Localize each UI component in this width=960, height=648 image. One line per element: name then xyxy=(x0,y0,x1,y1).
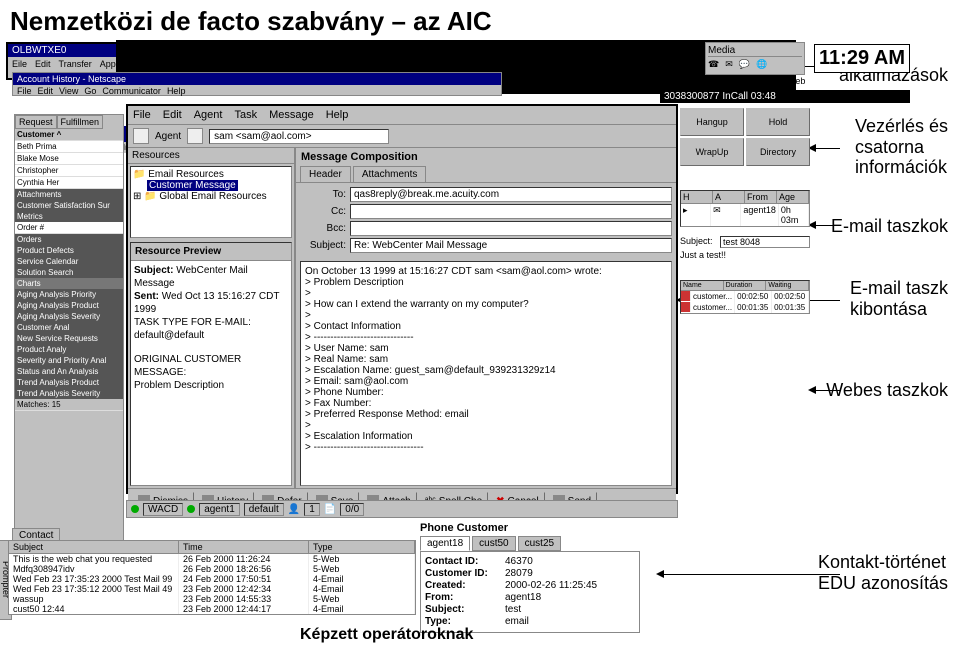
history-row[interactable]: Wed Feb 23 17:35:23 2000 Test Mail 9924 … xyxy=(9,574,415,584)
main-menu[interactable]: FileEditAgentTaskMessageHelp xyxy=(128,106,676,125)
customer-task-list: NameDurationWaiting customer...00:02:500… xyxy=(680,280,810,314)
media-header: Media xyxy=(708,45,802,57)
contact-history-list: SubjectTimeType This is the web chat you… xyxy=(8,540,416,615)
nav-item[interactable]: Orders xyxy=(15,234,123,245)
nav-item[interactable]: Customer Anal xyxy=(15,322,123,333)
nav-item[interactable]: Customer Satisfaction Sur xyxy=(15,200,123,211)
nav-item[interactable]: Metrics xyxy=(15,211,123,222)
nav-item[interactable]: Aging Analysis Priority xyxy=(15,289,123,300)
web-icon[interactable]: 🌐 xyxy=(756,59,767,70)
person-icon xyxy=(187,128,203,144)
resource-preview: Resource Preview Subject: WebCenter Mail… xyxy=(130,242,292,486)
subject-field[interactable]: Re: WebCenter Mail Message xyxy=(350,238,672,253)
nav-item[interactable]: Charts xyxy=(15,278,123,289)
nav-item[interactable]: Product Defects xyxy=(15,245,123,256)
clock: 11:29 AM xyxy=(814,44,910,73)
annot-email-expand: E-mail taszkkibontása xyxy=(850,278,948,319)
tab-cust50[interactable]: cust50 xyxy=(472,536,515,551)
subject-preview: Subject:test 8048 Just a test!! xyxy=(680,236,810,274)
agent-field[interactable]: sam <sam@aol.com> xyxy=(209,129,389,144)
annot-contact-history: Kontakt-történetEDU azonosítás xyxy=(818,552,948,593)
status-dot-icon xyxy=(187,505,195,513)
agent-status-text: agent11 max 1 voice, 2 email, 3 web xyxy=(660,76,910,86)
nav-item[interactable]: Aging Analysis Product xyxy=(15,300,123,311)
nav-item[interactable]: Solution Search xyxy=(15,267,123,278)
annot-channels: Vezérlés éscsatornainformációk xyxy=(855,116,948,178)
nav-item[interactable]: Trend Analysis Product xyxy=(15,377,123,388)
nav-item[interactable]: New Service Requests xyxy=(15,333,123,344)
history-row[interactable]: Wed Feb 23 17:35:12 2000 Test Mail 4923 … xyxy=(9,584,415,594)
fulfillment-panel: Request Fulfillmen Customer ^ Beth Prima… xyxy=(14,114,124,544)
nav-item[interactable]: Service Calendar xyxy=(15,256,123,267)
chat-icon[interactable]: 💬 xyxy=(739,59,750,70)
nav-item[interactable]: Aging Analysis Severity xyxy=(15,311,123,322)
status-dot-icon xyxy=(131,505,139,513)
nav-item[interactable]: Trend Analysis Severity xyxy=(15,388,123,399)
netscape-window: Account History - Netscape FileEditViewG… xyxy=(12,72,502,96)
phone-customer-panel: Phone Customer agent18 cust50 cust25 Con… xyxy=(420,522,810,633)
wacd-statusbar: WACD agent1 default 👤 1 📄 0/0 xyxy=(126,500,678,518)
netscape-title: Account History - Netscape xyxy=(17,74,126,84)
bcc-field[interactable] xyxy=(350,221,672,236)
history-row[interactable]: This is the web chat you requested26 Feb… xyxy=(9,554,415,564)
agent-icon[interactable] xyxy=(133,128,149,144)
tree-selected: Customer Message xyxy=(147,180,238,191)
hangup-button[interactable]: Hangup xyxy=(680,108,744,136)
terminal-title: OLBWTXE0 xyxy=(12,45,66,56)
customer-row[interactable]: Christopher xyxy=(15,165,123,177)
history-row[interactable]: wassup23 Feb 2000 14:55:335-Web xyxy=(9,594,415,604)
agent-table: HAFromAge ▸✉agent180h 03m xyxy=(680,190,810,227)
mail-icon[interactable]: ✉ xyxy=(725,59,733,70)
nav-item[interactable]: Order # xyxy=(15,222,123,234)
resources-header: Resources xyxy=(128,148,294,164)
customer-row[interactable]: Blake Mose xyxy=(15,153,123,165)
wrapup-button[interactable]: WrapUp xyxy=(680,138,744,166)
tab-cust25[interactable]: cust25 xyxy=(518,536,561,551)
customer-row[interactable]: Beth Prima xyxy=(15,141,123,153)
message-body[interactable]: On October 13 1999 at 15:16:27 CDT sam <… xyxy=(300,261,672,486)
nav-item[interactable]: Product Analy xyxy=(15,344,123,355)
media-panel: Media ☎ ✉ 💬 🌐 xyxy=(705,42,805,75)
directory-button[interactable]: Directory xyxy=(746,138,810,166)
nav-item[interactable]: Status and An Analysis xyxy=(15,366,123,377)
incall-bar: 3038300877 InCall 03:48 xyxy=(660,90,910,103)
person-icon xyxy=(681,302,691,312)
compose-header: Message Composition xyxy=(296,148,676,166)
to-field[interactable]: qas8reply@break.me.acuity.com xyxy=(350,187,672,202)
task-row[interactable]: customer...00:02:5000:02:50 xyxy=(681,291,809,302)
tab-agent18[interactable]: agent18 xyxy=(420,536,470,551)
doc-icon: 📄 xyxy=(324,504,336,515)
tab-header[interactable]: Header xyxy=(300,166,351,182)
tab-request[interactable]: Request xyxy=(15,115,57,129)
nav-item[interactable]: Attachments xyxy=(15,189,123,200)
resource-tree[interactable]: 📁 Email Resources Customer Message ⊞ 📁 G… xyxy=(130,166,292,238)
page-title: Nemzetközi de facto szabvány – az AIC xyxy=(0,0,960,43)
person-icon: 👤 xyxy=(288,504,300,515)
customer-row[interactable]: Cynthia Her xyxy=(15,177,123,189)
task-row[interactable]: customer...00:01:3500:01:35 xyxy=(681,302,809,313)
agent-row[interactable]: ▸✉agent180h 03m xyxy=(681,204,809,226)
history-row[interactable]: cust50 12:4423 Feb 2000 12:44:174-Email xyxy=(9,604,415,614)
history-row[interactable]: Mdfq308947idv26 Feb 2000 18:26:565-Web xyxy=(9,564,415,574)
email-task-window: FileEditAgentTaskMessageHelp Agent sam <… xyxy=(126,104,678,494)
annot-web-tasks: Webes taszkok xyxy=(826,380,948,401)
person-icon xyxy=(681,291,691,301)
bottom-caption: Képzett operátoroknak xyxy=(300,626,473,644)
tab-fulfillment[interactable]: Fulfillmen xyxy=(57,115,104,129)
phone-icon[interactable]: ☎ xyxy=(708,59,719,70)
agent-label: Agent xyxy=(155,131,181,142)
annot-email-tasks: E-mail taszkok xyxy=(831,216,948,237)
hold-button[interactable]: Hold xyxy=(746,108,810,136)
netscape-menu[interactable]: FileEditViewGoCommunicatorHelp xyxy=(13,85,501,97)
tab-attachments[interactable]: Attachments xyxy=(353,166,427,182)
nav-item[interactable]: Severity and Priority Anal xyxy=(15,355,123,366)
channel-buttons: Hangup Hold WrapUp Directory xyxy=(680,108,810,166)
cc-field[interactable] xyxy=(350,204,672,219)
customer-header[interactable]: Customer ^ xyxy=(15,129,123,141)
